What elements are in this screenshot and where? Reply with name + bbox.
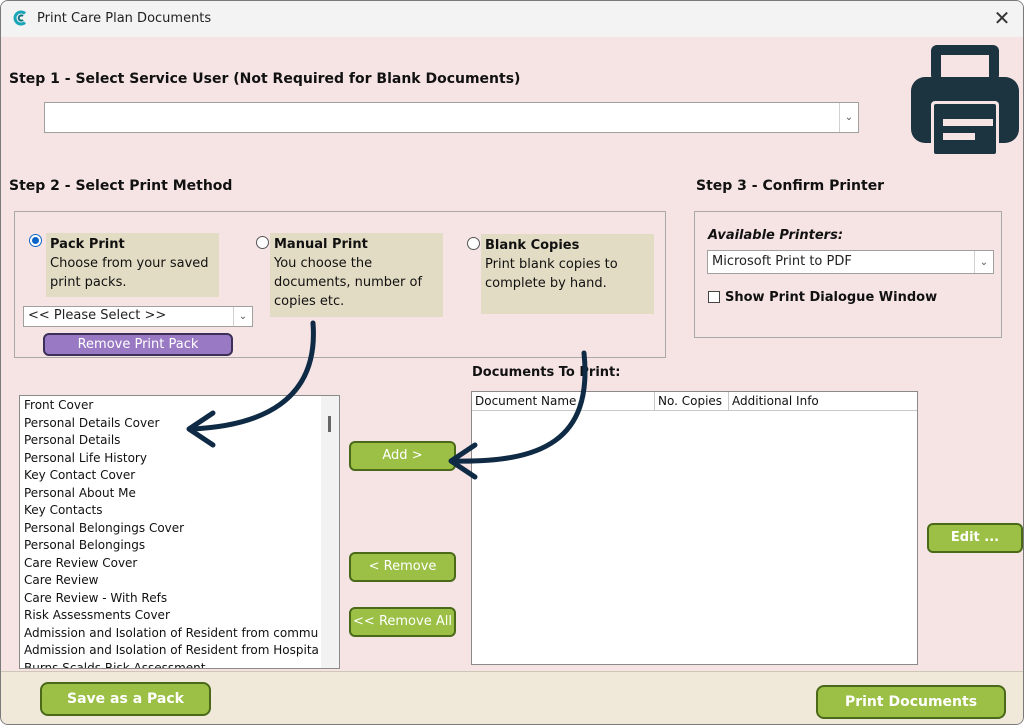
manual-print-desc-line3: copies etc. <box>274 294 345 309</box>
list-item[interactable]: Personal About Me <box>20 485 339 503</box>
list-item[interactable]: Personal Details <box>20 432 339 450</box>
pack-print-description: Pack Print Choose from your saved print … <box>46 233 219 297</box>
scrollbar-thumb[interactable] <box>328 416 331 432</box>
manual-print-desc-line2: documents, number of <box>274 275 423 290</box>
grid-header: Document Name No. Copies Additional Info <box>472 392 917 411</box>
blank-copies-title: Blank Copies <box>485 238 580 253</box>
list-item[interactable]: Personal Belongings <box>20 537 339 555</box>
step2-heading: Step 2 - Select Print Method <box>9 178 233 194</box>
blank-copies-desc-line2: complete by hand. <box>485 276 607 291</box>
save-as-pack-button[interactable]: Save as a Pack <box>40 682 211 716</box>
vertical-scrollbar[interactable] <box>321 396 339 668</box>
available-documents-list[interactable]: Front Cover Personal Details Cover Perso… <box>19 395 340 669</box>
printer-select[interactable]: Microsoft Print to PDF ⌄ <box>707 250 994 274</box>
app-logo-icon <box>13 10 26 26</box>
available-printers-label: Available Printers: <box>708 228 844 243</box>
show-print-dialog-label: Show Print Dialogue Window <box>725 290 938 305</box>
blank-copies-description: Blank Copies Print blank copies to compl… <box>481 234 654 314</box>
pack-print-radio[interactable] <box>29 234 42 247</box>
list-item[interactable]: Front Cover <box>20 397 339 415</box>
add-button[interactable]: Add > <box>349 441 456 471</box>
show-print-dialog-checkbox[interactable] <box>708 291 720 303</box>
print-pack-select[interactable]: << Please Select >> ⌄ <box>23 306 253 327</box>
remove-print-pack-button[interactable]: Remove Print Pack <box>43 333 233 356</box>
list-item[interactable]: Risk Assessments Cover <box>20 607 339 625</box>
printer-icon <box>911 45 1019 157</box>
print-documents-button[interactable]: Print Documents <box>816 685 1006 719</box>
list-item[interactable]: Care Review <box>20 572 339 590</box>
documents-items: Front Cover Personal Details Cover Perso… <box>20 396 339 669</box>
list-item[interactable]: Admission and Isolation of Resident from… <box>20 642 339 660</box>
documents-to-print-grid[interactable]: Document Name No. Copies Additional Info <box>471 391 918 665</box>
close-button[interactable]: ✕ <box>989 6 1015 30</box>
list-item[interactable]: Personal Life History <box>20 450 339 468</box>
list-item[interactable]: Care Review - With Refs <box>20 590 339 608</box>
pack-print-desc-line1: Choose from your saved <box>50 256 209 271</box>
step3-heading: Step 3 - Confirm Printer <box>696 178 885 194</box>
print-care-plan-window: Print Care Plan Documents ✕ Step 1 - Sel… <box>0 0 1024 725</box>
list-item[interactable]: Key Contacts <box>20 502 339 520</box>
edit-button[interactable]: Edit ... <box>927 523 1023 553</box>
column-additional-info[interactable]: Additional Info <box>729 392 917 410</box>
list-item[interactable]: Key Contact Cover <box>20 467 339 485</box>
service-user-combobox[interactable]: ⌄ <box>44 102 859 133</box>
list-item[interactable]: Admission and Isolation of Resident from… <box>20 625 339 643</box>
pack-print-title: Pack Print <box>50 237 125 252</box>
manual-print-desc-line1: You choose the <box>274 256 373 271</box>
chevron-down-icon[interactable]: ⌄ <box>233 307 252 326</box>
blank-copies-desc-line1: Print blank copies to <box>485 257 618 272</box>
manual-print-radio[interactable] <box>256 236 269 249</box>
column-document-name[interactable]: Document Name <box>472 392 655 410</box>
list-item[interactable]: Personal Belongings Cover <box>20 520 339 538</box>
column-no-copies[interactable]: No. Copies <box>655 392 729 410</box>
pack-print-desc-line2: print packs. <box>50 275 127 290</box>
print-pack-value: << Please Select >> <box>28 308 167 323</box>
remove-button[interactable]: < Remove <box>349 552 456 582</box>
list-item[interactable]: Care Review Cover <box>20 555 339 573</box>
step1-heading: Step 1 - Select Service User (Not Requir… <box>9 71 521 87</box>
manual-print-title: Manual Print <box>274 237 368 252</box>
title-bar: Print Care Plan Documents ✕ <box>1 1 1023 37</box>
list-item[interactable]: Burns Scalds Risk Assessment <box>20 660 339 669</box>
remove-all-button[interactable]: << Remove All <box>349 607 456 637</box>
window-title: Print Care Plan Documents <box>37 11 212 26</box>
chevron-down-icon[interactable]: ⌄ <box>839 103 858 132</box>
blank-copies-radio[interactable] <box>467 237 480 250</box>
list-item[interactable]: Personal Details Cover <box>20 415 339 433</box>
printer-value: Microsoft Print to PDF <box>712 254 852 269</box>
chevron-down-icon[interactable]: ⌄ <box>974 251 993 273</box>
documents-to-print-heading: Documents To Print: <box>472 365 621 380</box>
manual-print-description: Manual Print You choose the documents, n… <box>270 233 443 317</box>
